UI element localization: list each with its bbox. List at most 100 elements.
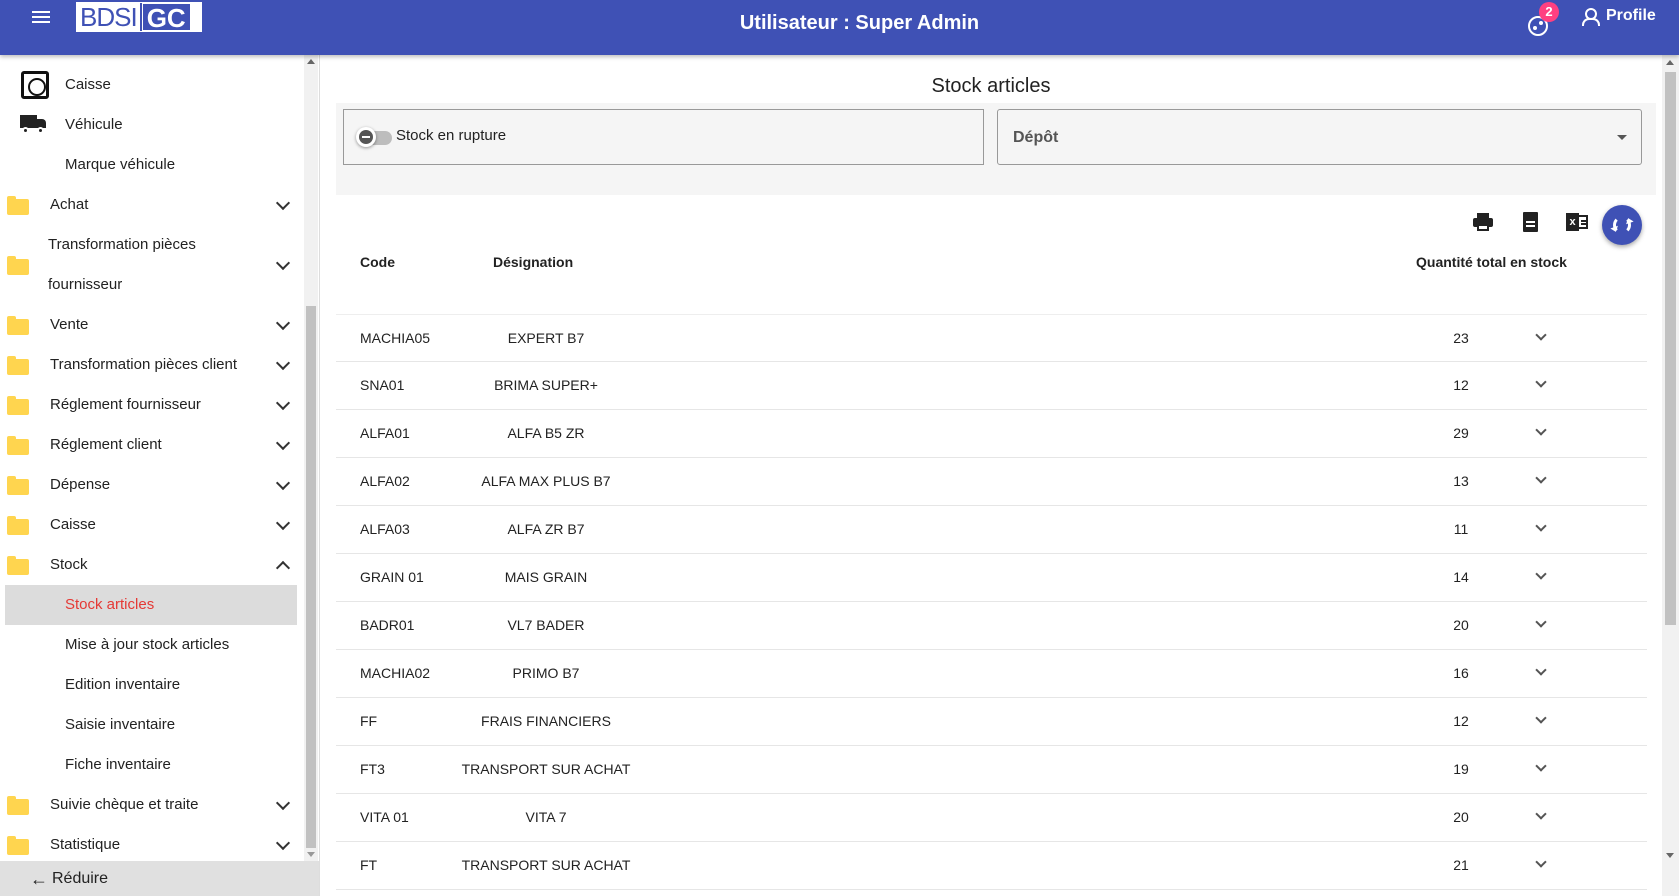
cell-designation: VL7 BADER [507, 617, 585, 633]
refresh-icon [1613, 216, 1631, 234]
folder-icon [7, 556, 29, 575]
sidebar-item-suivie-cheque[interactable]: Suivie chèque et traite [0, 785, 300, 825]
table-row[interactable]: MACHIA02 PRIMO B7 16 [336, 650, 1647, 698]
sidebar-item-achat[interactable]: Achat [0, 185, 300, 225]
chevron-down-icon [275, 835, 291, 851]
sidebar-item-stock-articles[interactable]: Stock articles [5, 585, 297, 625]
table-row[interactable]: FT3 TRANSPORT SUR ACHAT 19 [336, 746, 1647, 794]
safe-icon [21, 71, 49, 99]
table-row[interactable]: BADR01 VL7 BADER 20 [336, 602, 1647, 650]
folder-icon [7, 196, 29, 215]
depot-select[interactable]: Dépôt [997, 109, 1642, 165]
profile-button[interactable]: Profile [1582, 7, 1656, 26]
folder-icon [7, 836, 29, 855]
notification-badge: 2 [1539, 2, 1559, 22]
sidebar-item-statistique[interactable]: Statistique [0, 825, 300, 865]
sidebar-item-caisse[interactable]: Caisse [0, 505, 300, 545]
chevron-down-icon[interactable] [1535, 424, 1547, 436]
truck-icon [20, 115, 48, 134]
sidebar-item-saisie-inventaire[interactable]: Saisie inventaire [0, 705, 300, 745]
reduce-button[interactable]: ← Réduire [0, 861, 319, 896]
toggle-label: Stock en rupture [396, 127, 507, 144]
sidebar-item-label: Véhicule [65, 116, 123, 133]
sidebar-item-label: Suivie chèque et traite [50, 796, 199, 813]
sidebar-item-depense[interactable]: Dépense [0, 465, 300, 505]
sidebar-item-caisse-top[interactable]: Caisse [0, 65, 300, 105]
chevron-down-icon [275, 395, 291, 411]
top-bar: BDSI GC Utilisateur : Super Admin 2 Prof… [0, 0, 1679, 55]
cell-quantity: 14 [1453, 569, 1469, 585]
scroll-down-icon[interactable] [307, 852, 315, 857]
folder-icon [7, 316, 29, 335]
cell-quantity: 20 [1453, 809, 1469, 825]
table-row[interactable]: ALFA01 ALFA B5 ZR 29 [336, 410, 1647, 458]
profile-icon [1582, 8, 1600, 26]
printer-icon[interactable] [1471, 210, 1497, 236]
sidebar-item-label: Statistique [50, 836, 121, 853]
sidebar-item-transformation-fournisseur[interactable]: Transformation pièces fournisseur [0, 225, 300, 305]
table-row[interactable]: SNA01 BRIMA SUPER+ 12 [336, 362, 1647, 410]
sidebar-item-mise-a-jour-stock[interactable]: Mise à jour stock articles [0, 625, 300, 665]
sidebar-item-label: Dépense [50, 476, 111, 493]
sidebar-item-stock[interactable]: Stock [0, 545, 300, 585]
chevron-down-icon[interactable] [1535, 664, 1547, 676]
chevron-down-icon[interactable] [1535, 568, 1547, 580]
folder-icon [7, 476, 29, 495]
excel-icon[interactable]: x [1565, 210, 1591, 236]
sidebar-item-reglement-client[interactable]: Réglement client [0, 425, 300, 465]
chevron-down-icon[interactable] [1535, 616, 1547, 628]
table-row[interactable]: VITA 01 VITA 7 20 [336, 794, 1647, 842]
stock-rupture-toggle[interactable]: Stock en rupture [343, 109, 984, 165]
sidebar-item-reglement-fournisseur[interactable]: Réglement fournisseur [0, 385, 300, 425]
chevron-down-icon[interactable] [1535, 329, 1547, 341]
chevron-down-icon[interactable] [1535, 856, 1547, 868]
sidebar-item-transformation-client[interactable]: Transformation pièces client [0, 345, 300, 385]
folder-icon [7, 396, 29, 415]
chevron-down-icon[interactable] [1535, 472, 1547, 484]
sidebar-item-marque-vehicule[interactable]: Marque véhicule [0, 145, 300, 185]
chevron-down-icon[interactable] [1535, 712, 1547, 724]
chevron-down-icon[interactable] [1535, 808, 1547, 820]
scroll-up-icon[interactable] [1666, 60, 1674, 65]
sidebar-item-label: Achat [50, 196, 89, 213]
chevron-up-icon [275, 560, 291, 576]
scroll-down-icon[interactable] [1666, 853, 1674, 858]
main-scrollbar[interactable] [1662, 55, 1679, 896]
sidebar-scrollbar[interactable] [304, 55, 318, 861]
folder-icon [7, 256, 29, 275]
user-title: Utilisateur : Super Admin [739, 12, 980, 34]
document-icon[interactable] [1518, 210, 1544, 236]
folder-icon [7, 436, 29, 455]
table-row[interactable]: FT TRANSPORT SUR ACHAT 21 [336, 842, 1647, 890]
sidebar-scroll-thumb[interactable] [306, 306, 316, 848]
sidebar-item-edition-inventaire[interactable]: Edition inventaire [0, 665, 300, 705]
chevron-down-icon[interactable] [1535, 760, 1547, 772]
folder-icon [7, 796, 29, 815]
cell-quantity: 21 [1453, 857, 1469, 873]
sidebar-item-vente[interactable]: Vente [0, 305, 300, 345]
column-header-quantity: Quantité total en stock [1416, 254, 1567, 270]
column-header-code: Code [360, 254, 395, 270]
sidebar-item-label: Edition inventaire [65, 676, 181, 693]
sidebar-item-fiche-inventaire[interactable]: Fiche inventaire [0, 745, 300, 785]
refresh-button[interactable] [1602, 205, 1642, 245]
table-row[interactable]: GRAIN 01 MAIS GRAIN 14 [336, 554, 1647, 602]
table-row[interactable]: ALFA02 ALFA MAX PLUS B7 13 [336, 458, 1647, 506]
cell-designation: ALFA MAX PLUS B7 [481, 473, 611, 489]
chevron-down-icon[interactable] [1535, 376, 1547, 388]
cell-designation: VITA 7 [525, 809, 567, 825]
cell-quantity: 12 [1453, 713, 1469, 729]
sidebar-item-label: Stock [50, 556, 88, 573]
sidebar-item-label: Saisie inventaire [65, 716, 176, 733]
table-row[interactable]: MACHIA05 EXPERT B7 23 [336, 314, 1647, 362]
chevron-down-icon[interactable] [1535, 520, 1547, 532]
scroll-up-icon[interactable] [307, 59, 315, 64]
table-row[interactable]: FF FRAIS FINANCIERS 12 [336, 698, 1647, 746]
cell-quantity: 19 [1453, 761, 1469, 777]
sidebar-item-vehicule[interactable]: Véhicule [0, 105, 300, 145]
toggle-switch[interactable] [356, 127, 392, 147]
table-row[interactable]: ALFA03 ALFA ZR B7 11 [336, 506, 1647, 554]
main-scroll-thumb[interactable] [1665, 72, 1676, 625]
sidebar-item-label: Vente [50, 316, 89, 333]
sidebar-item-label: Transformation pièces client [50, 356, 238, 373]
